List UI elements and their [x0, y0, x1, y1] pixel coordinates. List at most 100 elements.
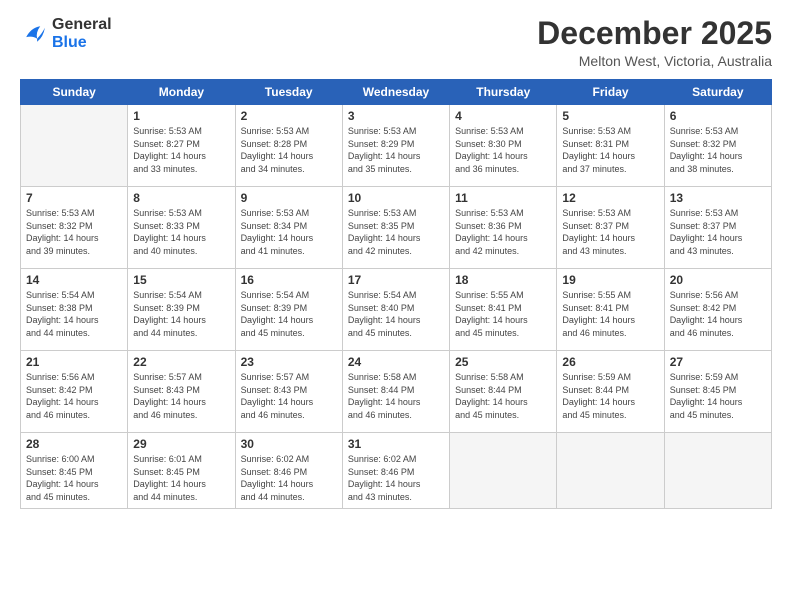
day-number: 16	[241, 273, 337, 287]
table-row: 11 Sunrise: 5:53 AM Sunset: 8:36 PM Dayli…	[450, 187, 557, 269]
col-thursday: Thursday	[450, 80, 557, 105]
logo-icon	[20, 20, 48, 48]
calendar-header-row: Sunday Monday Tuesday Wednesday Thursday…	[21, 80, 772, 105]
day-number: 1	[133, 109, 229, 123]
table-row: 8 Sunrise: 5:53 AM Sunset: 8:33 PM Daylig…	[128, 187, 235, 269]
day-info: Sunrise: 5:59 AM Sunset: 8:44 PM Dayligh…	[562, 371, 658, 421]
table-row: 16 Sunrise: 5:54 AM Sunset: 8:39 PM Dayli…	[235, 269, 342, 351]
day-info: Sunrise: 5:53 AM Sunset: 8:37 PM Dayligh…	[670, 207, 766, 257]
day-info: Sunrise: 5:58 AM Sunset: 8:44 PM Dayligh…	[455, 371, 551, 421]
table-row: 24 Sunrise: 5:58 AM Sunset: 8:44 PM Dayli…	[342, 351, 449, 433]
day-info: Sunrise: 5:53 AM Sunset: 8:32 PM Dayligh…	[670, 125, 766, 175]
table-row: 1 Sunrise: 5:53 AM Sunset: 8:27 PM Daylig…	[128, 105, 235, 187]
day-info: Sunrise: 5:55 AM Sunset: 8:41 PM Dayligh…	[562, 289, 658, 339]
day-number: 27	[670, 355, 766, 369]
day-info: Sunrise: 5:53 AM Sunset: 8:34 PM Dayligh…	[241, 207, 337, 257]
table-row: 21Sunrise: 5:56 AM Sunset: 8:42 PM Dayli…	[21, 351, 128, 433]
day-number: 7	[26, 191, 122, 205]
day-info: Sunrise: 5:53 AM Sunset: 8:28 PM Dayligh…	[241, 125, 337, 175]
day-info: Sunrise: 5:54 AM Sunset: 8:39 PM Dayligh…	[241, 289, 337, 339]
table-row	[557, 433, 664, 508]
day-number: 6	[670, 109, 766, 123]
table-row: 20 Sunrise: 5:56 AM Sunset: 8:42 PM Dayli…	[664, 269, 771, 351]
day-info: Sunrise: 6:01 AM Sunset: 8:45 PM Dayligh…	[133, 453, 229, 503]
day-number: 24	[348, 355, 444, 369]
col-tuesday: Tuesday	[235, 80, 342, 105]
day-number: 8	[133, 191, 229, 205]
day-info: Sunrise: 5:53 AM Sunset: 8:36 PM Dayligh…	[455, 207, 551, 257]
table-row: 12 Sunrise: 5:53 AM Sunset: 8:37 PM Dayli…	[557, 187, 664, 269]
day-info: Sunrise: 5:53 AM Sunset: 8:32 PM Dayligh…	[26, 207, 122, 257]
title-block: December 2025 Melton West, Victoria, Aus…	[537, 16, 772, 69]
day-number: 4	[455, 109, 551, 123]
month-title: December 2025	[537, 16, 772, 51]
day-number: 15	[133, 273, 229, 287]
table-row: 7 Sunrise: 5:53 AM Sunset: 8:32 PM Daylig…	[21, 187, 128, 269]
day-number: 26	[562, 355, 658, 369]
table-row: 6 Sunrise: 5:53 AM Sunset: 8:32 PM Daylig…	[664, 105, 771, 187]
day-number: 19	[562, 273, 658, 287]
day-info: Sunrise: 5:58 AM Sunset: 8:44 PM Dayligh…	[348, 371, 444, 421]
col-saturday: Saturday	[664, 80, 771, 105]
day-info: Sunrise: 5:57 AM Sunset: 8:43 PM Dayligh…	[241, 371, 337, 421]
day-info: Sunrise: 5:53 AM Sunset: 8:33 PM Dayligh…	[133, 207, 229, 257]
table-row: 17Sunrise: 5:54 AM Sunset: 8:40 PM Dayli…	[342, 269, 449, 351]
col-friday: Friday	[557, 80, 664, 105]
day-number: 10	[348, 191, 444, 205]
table-row: 22 Sunrise: 5:57 AM Sunset: 8:43 PM Dayli…	[128, 351, 235, 433]
day-info: Sunrise: 5:56 AM Sunset: 8:42 PM Dayligh…	[670, 289, 766, 339]
day-number: 30	[241, 437, 337, 451]
day-info: Sunrise: 5:54 AM Sunset: 8:38 PM Dayligh…	[26, 289, 122, 339]
day-info: Sunrise: 5:53 AM Sunset: 8:37 PM Dayligh…	[562, 207, 658, 257]
day-number: 17	[348, 273, 444, 287]
table-row: 23 Sunrise: 5:57 AM Sunset: 8:43 PM Dayli…	[235, 351, 342, 433]
day-number: 2	[241, 109, 337, 123]
table-row: 14Sunrise: 5:54 AM Sunset: 8:38 PM Dayli…	[21, 269, 128, 351]
table-row: 25 Sunrise: 5:58 AM Sunset: 8:44 PM Dayli…	[450, 351, 557, 433]
day-info: Sunrise: 5:53 AM Sunset: 8:31 PM Dayligh…	[562, 125, 658, 175]
day-number: 20	[670, 273, 766, 287]
table-row: 15Sunrise: 5:54 AM Sunset: 8:39 PM Dayli…	[128, 269, 235, 351]
day-number: 9	[241, 191, 337, 205]
day-number: 18	[455, 273, 551, 287]
table-row: 5Sunrise: 5:53 AM Sunset: 8:31 PM Daylig…	[557, 105, 664, 187]
day-number: 22	[133, 355, 229, 369]
day-number: 29	[133, 437, 229, 451]
day-info: Sunrise: 6:02 AM Sunset: 8:46 PM Dayligh…	[348, 453, 444, 503]
table-row: 18 Sunrise: 5:55 AM Sunset: 8:41 PM Dayli…	[450, 269, 557, 351]
day-info: Sunrise: 5:53 AM Sunset: 8:27 PM Dayligh…	[133, 125, 229, 175]
table-row: 9 Sunrise: 5:53 AM Sunset: 8:34 PM Daylig…	[235, 187, 342, 269]
table-row	[450, 433, 557, 508]
table-row: 26 Sunrise: 5:59 AM Sunset: 8:44 PM Dayli…	[557, 351, 664, 433]
day-info: Sunrise: 6:00 AM Sunset: 8:45 PM Dayligh…	[26, 453, 122, 503]
day-number: 13	[670, 191, 766, 205]
day-number: 23	[241, 355, 337, 369]
col-sunday: Sunday	[21, 80, 128, 105]
day-info: Sunrise: 5:57 AM Sunset: 8:43 PM Dayligh…	[133, 371, 229, 421]
day-number: 28	[26, 437, 122, 451]
day-number: 11	[455, 191, 551, 205]
table-row: 10 Sunrise: 5:53 AM Sunset: 8:35 PM Dayli…	[342, 187, 449, 269]
table-row	[21, 105, 128, 187]
day-number: 25	[455, 355, 551, 369]
table-row: 30 Sunrise: 6:02 AM Sunset: 8:46 PM Dayli…	[235, 433, 342, 508]
table-row: 3 Sunrise: 5:53 AM Sunset: 8:29 PM Daylig…	[342, 105, 449, 187]
day-info: Sunrise: 5:53 AM Sunset: 8:29 PM Dayligh…	[348, 125, 444, 175]
day-info: Sunrise: 5:56 AM Sunset: 8:42 PM Dayligh…	[26, 371, 122, 421]
col-monday: Monday	[128, 80, 235, 105]
day-info: Sunrise: 5:53 AM Sunset: 8:30 PM Dayligh…	[455, 125, 551, 175]
table-row: 29 Sunrise: 6:01 AM Sunset: 8:45 PM Dayli…	[128, 433, 235, 508]
day-info: Sunrise: 5:55 AM Sunset: 8:41 PM Dayligh…	[455, 289, 551, 339]
day-number: 12	[562, 191, 658, 205]
calendar-table: Sunday Monday Tuesday Wednesday Thursday…	[20, 79, 772, 508]
header: General Blue December 2025 Melton West, …	[20, 16, 772, 69]
table-row: 28 Sunrise: 6:00 AM Sunset: 8:45 PM Dayli…	[21, 433, 128, 508]
day-number: 3	[348, 109, 444, 123]
table-row: 19 Sunrise: 5:55 AM Sunset: 8:41 PM Dayli…	[557, 269, 664, 351]
location: Melton West, Victoria, Australia	[537, 53, 772, 69]
day-info: Sunrise: 5:53 AM Sunset: 8:35 PM Dayligh…	[348, 207, 444, 257]
table-row	[664, 433, 771, 508]
day-info: Sunrise: 6:02 AM Sunset: 8:46 PM Dayligh…	[241, 453, 337, 503]
col-wednesday: Wednesday	[342, 80, 449, 105]
table-row: 4 Sunrise: 5:53 AM Sunset: 8:30 PM Daylig…	[450, 105, 557, 187]
